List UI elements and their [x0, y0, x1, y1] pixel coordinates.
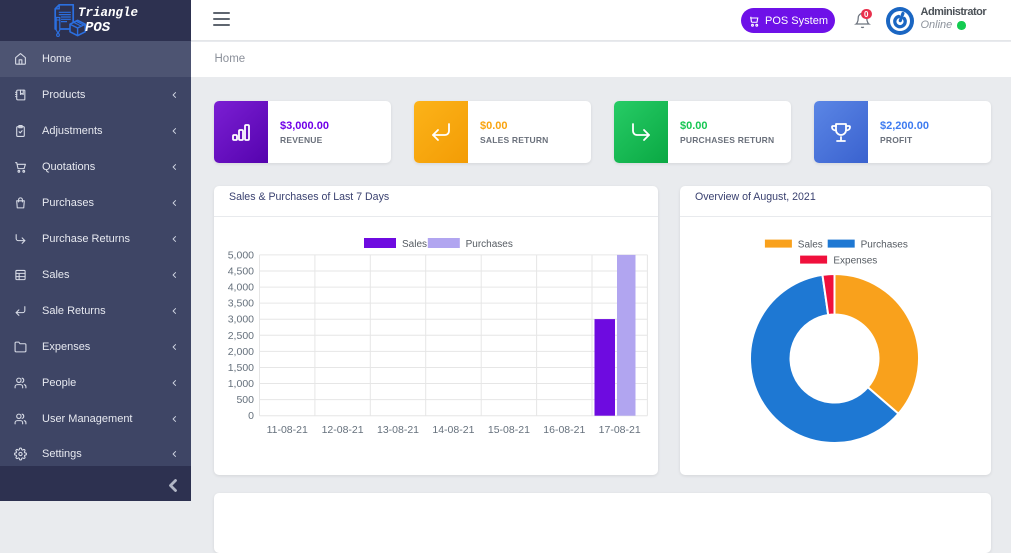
- svg-text:1,000: 1,000: [228, 378, 254, 390]
- svg-text:11-08-21: 11-08-21: [267, 424, 308, 436]
- svg-text:3,500: 3,500: [228, 298, 254, 310]
- svg-text:Purchases: Purchases: [466, 239, 513, 250]
- svg-text:4,000: 4,000: [228, 282, 254, 294]
- svg-text:Expenses: Expenses: [833, 256, 877, 267]
- svg-text:0: 0: [248, 410, 254, 422]
- svg-text:2,000: 2,000: [228, 346, 254, 358]
- svg-text:2,500: 2,500: [228, 330, 254, 342]
- svg-text:13-08-21: 13-08-21: [377, 424, 419, 436]
- svg-text:3,000: 3,000: [228, 314, 254, 326]
- svg-text:15-08-21: 15-08-21: [488, 424, 530, 436]
- svg-text:Purchases: Purchases: [861, 240, 908, 251]
- svg-text:16-08-21: 16-08-21: [543, 424, 585, 436]
- svg-text:17-08-21: 17-08-21: [599, 424, 641, 436]
- svg-text:14-08-21: 14-08-21: [432, 424, 474, 436]
- svg-text:500: 500: [236, 394, 254, 406]
- svg-text:12-08-21: 12-08-21: [322, 424, 364, 436]
- svg-text:Sales: Sales: [798, 240, 823, 251]
- svg-text:Sales: Sales: [402, 239, 427, 250]
- svg-text:1,500: 1,500: [228, 362, 254, 374]
- svg-text:5,000: 5,000: [228, 249, 254, 261]
- svg-text:4,500: 4,500: [228, 266, 254, 278]
